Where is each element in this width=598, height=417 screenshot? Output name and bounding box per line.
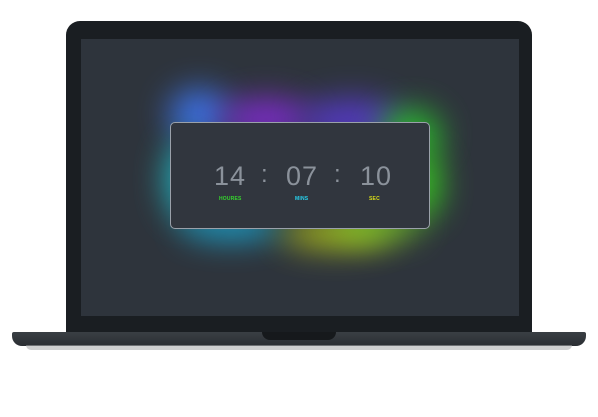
minutes-label: MINS (295, 196, 309, 202)
seconds-value: 10 (360, 161, 393, 191)
hours-label: HOURES (219, 196, 242, 202)
hours-value: 14 (214, 161, 247, 191)
laptop-screen: 14 : 07 : 10 HOURES MINS SEC (81, 39, 519, 316)
digital-clock: 14 : 07 : 10 HOURES MINS SEC (170, 122, 430, 229)
minutes-value: 07 (286, 161, 319, 191)
laptop-notch (262, 332, 336, 340)
seconds-label: SEC (369, 196, 380, 202)
time-row: 14 : 07 : 10 (171, 161, 429, 193)
time-separator: : (261, 161, 268, 188)
page: 14 : 07 : 10 HOURES MINS SEC (0, 0, 598, 417)
time-separator: : (334, 161, 341, 188)
laptop-shadow (26, 345, 572, 350)
